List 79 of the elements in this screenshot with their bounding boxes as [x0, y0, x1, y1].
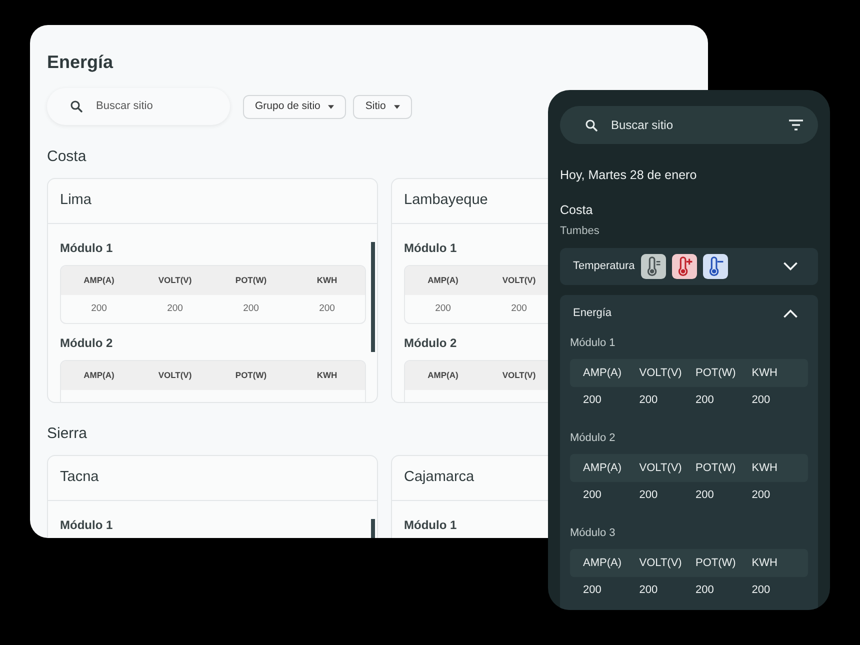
site-name: Tumbes: [560, 224, 600, 238]
column-header: VOLT(V): [501, 274, 537, 287]
table-cell-text: 200: [583, 394, 602, 406]
column-header: VOLT(V): [639, 366, 683, 381]
caret-icon: [394, 104, 400, 108]
panel-title: Energía: [573, 306, 612, 322]
table-cell-text: 200: [166, 302, 184, 316]
table-cell-text: 200: [696, 488, 715, 502]
column-header: AMP(A): [426, 369, 460, 382]
caret-icon: [328, 104, 334, 108]
chevron-down-icon[interactable]: [783, 262, 798, 271]
search-icon: [584, 118, 599, 132]
column-header: AMP(A): [583, 460, 622, 476]
module-name: Módulo 2: [60, 336, 113, 350]
site-name: Tacna: [60, 468, 99, 488]
column-header: POT(W): [696, 556, 737, 571]
module-name: Módulo 1: [570, 336, 616, 350]
module-name: Módulo 2: [570, 431, 616, 445]
accordion-header[interactable]: Temperatura: [560, 248, 818, 285]
column-header: KWH: [752, 460, 778, 476]
column-header: POT(W): [696, 366, 737, 381]
search-icon: [69, 99, 84, 114]
group-heading: Costa: [47, 148, 86, 166]
search-field[interactable]: Buscar sitio: [560, 106, 818, 144]
search-field[interactable]: Buscar sitio: [47, 88, 230, 125]
column-header: VOLT(V): [157, 369, 193, 382]
table-cell-text: 200: [510, 302, 528, 316]
page-title: Energía: [47, 51, 114, 73]
table-cell-text: 200: [583, 488, 602, 502]
site-name: Lambayeque: [404, 191, 488, 210]
table-cell-text: 200: [752, 488, 772, 502]
table-cell-text: 200: [752, 584, 772, 596]
module-name: Módulo 1: [404, 518, 457, 532]
column-header: KWH: [316, 274, 338, 287]
table-cell-text: 200: [434, 302, 452, 316]
site-name: Cajamarca: [404, 468, 474, 488]
filter-dropdown[interactable]: Sitio: [353, 94, 412, 118]
column-header: AMP(A): [583, 556, 622, 571]
module-name: Módulo 1: [60, 518, 113, 532]
column-header: VOLT(V): [639, 460, 683, 476]
column-header: POT(W): [234, 274, 268, 287]
search-input[interactable]: Buscar sitio: [611, 116, 776, 134]
table-cell-text: 200: [639, 584, 659, 596]
column-header: KWH: [752, 556, 778, 571]
accordion-header[interactable]: Energía: [560, 295, 818, 332]
table-cell-text: 200: [752, 394, 772, 406]
column-header: AMP(A): [82, 274, 116, 287]
date-label: Hoy, Martes 28 de enero: [560, 167, 698, 183]
column-header: KWH: [316, 369, 338, 382]
column-header: VOLT(V): [501, 369, 537, 382]
table-cell-text: 200: [639, 394, 659, 406]
table-cell-text: 200: [90, 302, 108, 316]
table-cell-text: 200: [696, 584, 715, 596]
column-header: POT(W): [696, 460, 737, 476]
column-header: VOLT(V): [157, 274, 193, 287]
module-name: Módulo 1: [404, 241, 457, 255]
column-header: AMP(A): [426, 274, 460, 287]
group-heading: Sierra: [47, 425, 88, 443]
table-cell-text: 200: [639, 488, 659, 502]
group-heading: Costa: [560, 202, 594, 218]
column-header: POT(W): [234, 369, 268, 382]
column-header: AMP(A): [583, 366, 622, 381]
module-name: Módulo 3: [570, 526, 616, 540]
table-cell-text: 200: [696, 394, 715, 406]
site-name: Lima: [60, 191, 92, 210]
column-header: KWH: [752, 366, 778, 381]
table-cell-text: 200: [318, 302, 336, 316]
filter-dropdown[interactable]: Grupo de sitio: [243, 94, 346, 118]
chevron-up-icon[interactable]: [783, 309, 798, 318]
search-input[interactable]: Buscar sitio: [96, 98, 206, 115]
scrollbar-thumb[interactable]: [371, 242, 375, 352]
table-cell-text: 200: [242, 302, 260, 316]
column-header: VOLT(V): [639, 556, 683, 571]
module-name: Módulo 2: [404, 336, 457, 350]
column-header: AMP(A): [82, 369, 116, 382]
module-name: Módulo 1: [60, 241, 113, 255]
panel-title: Temperatura: [573, 259, 635, 274]
filter-icon[interactable]: [788, 119, 804, 131]
table-cell-text: 200: [583, 584, 602, 596]
